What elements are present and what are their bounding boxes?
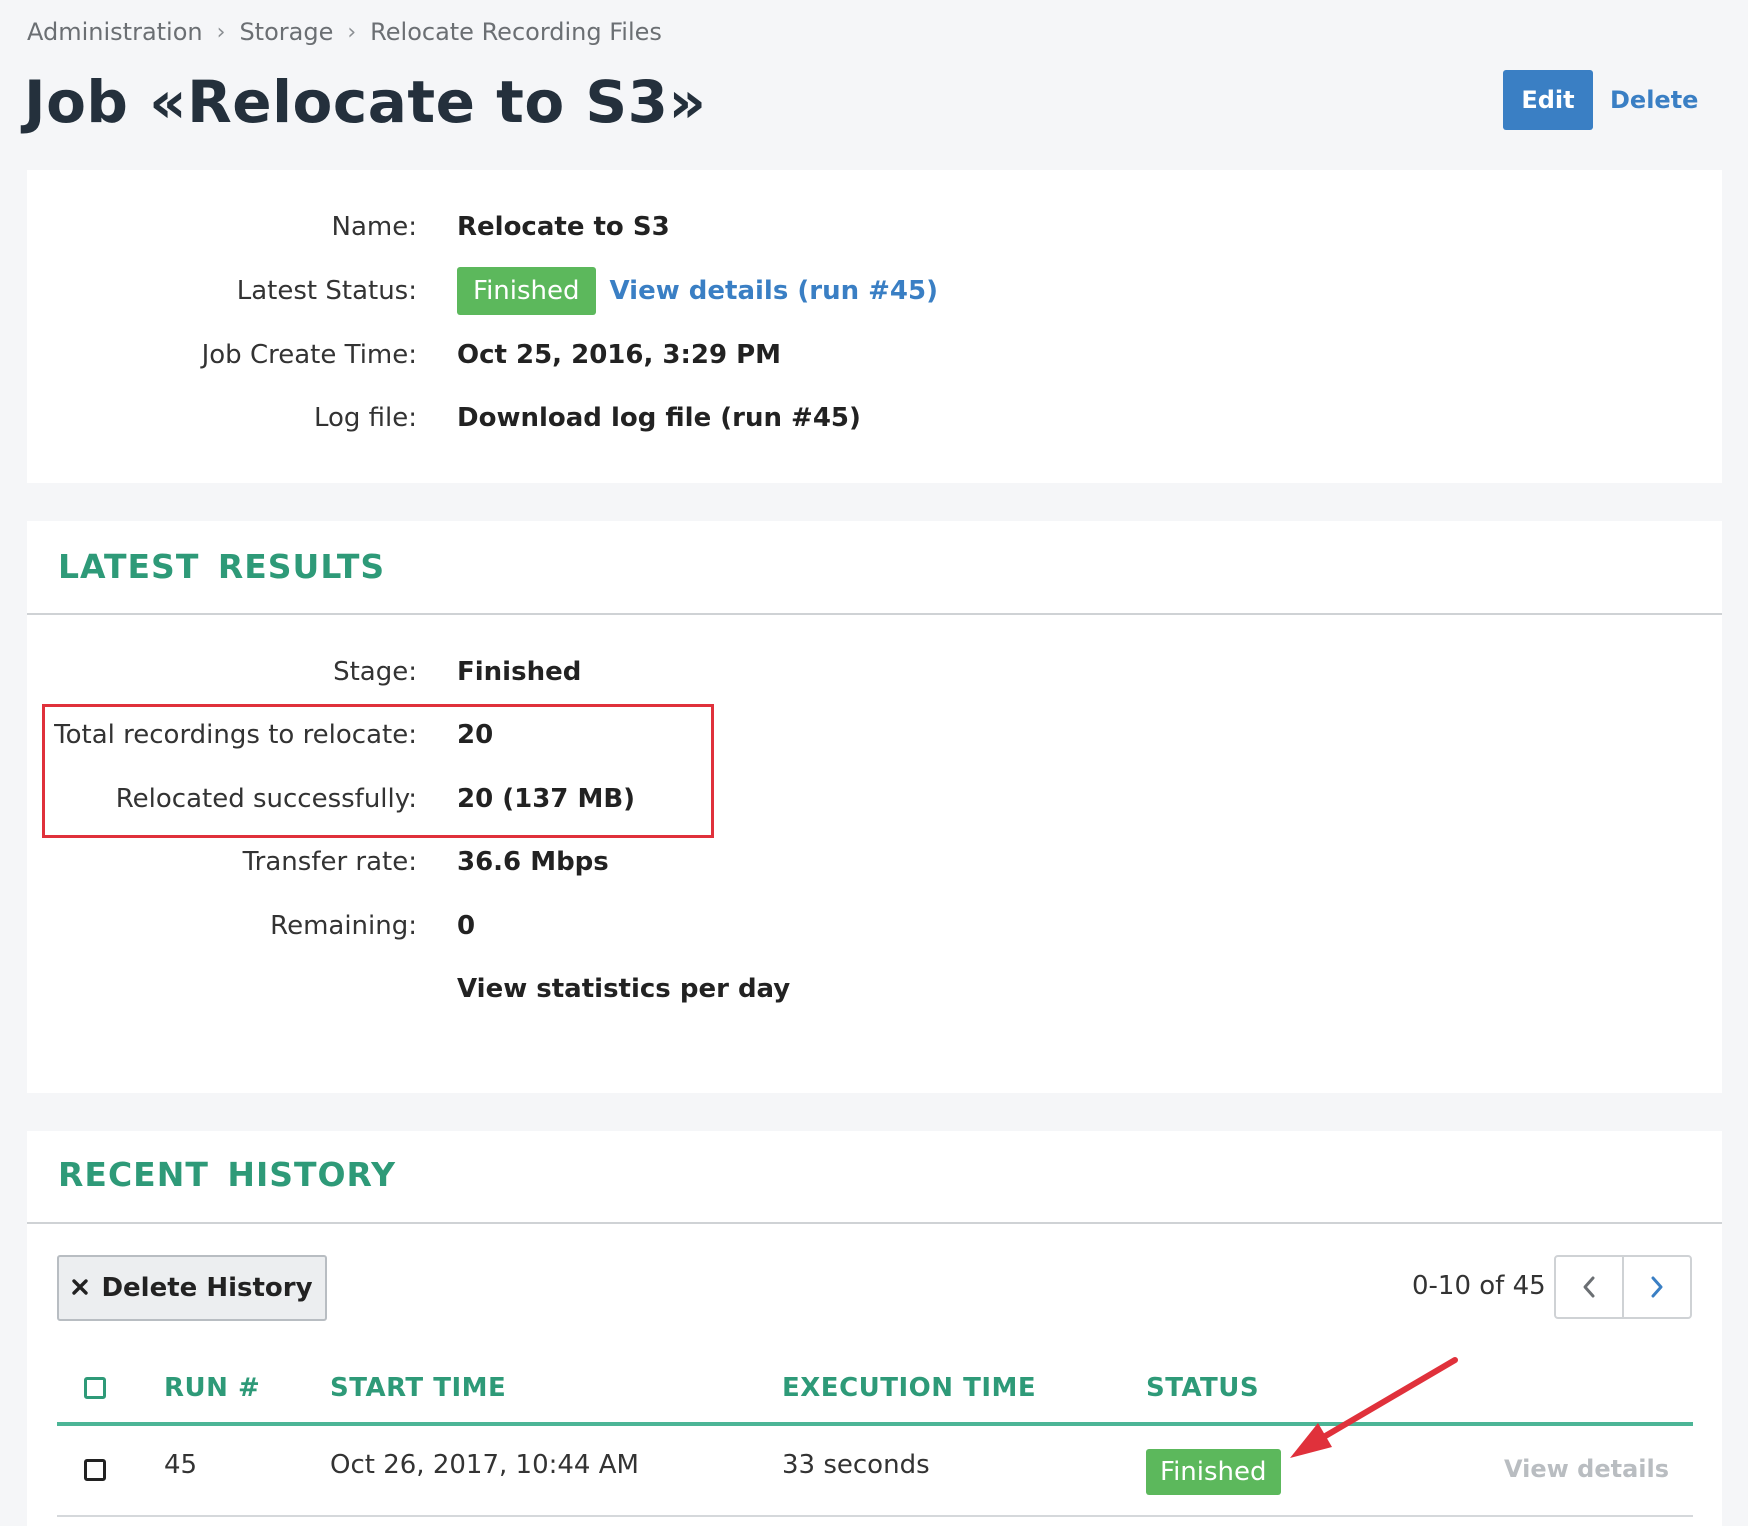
info-row-create-time: Job Create Time: Oct 25, 2016, 3:29 PM <box>27 335 1027 375</box>
latest-results-title: LATEST RESULTS <box>58 547 386 586</box>
recent-history-title: RECENT HISTORY <box>58 1155 397 1194</box>
next-page-button[interactable] <box>1622 1257 1690 1317</box>
status-value: Finished View details (run #45) <box>457 267 938 315</box>
stage-value: Finished <box>457 657 582 687</box>
view-details-link[interactable]: View details (run #45) <box>610 276 938 306</box>
row-divider <box>57 1515 1693 1517</box>
total-label: Total recordings to relocate: <box>54 720 417 750</box>
name-label: Name: <box>331 212 417 242</box>
view-details-link[interactable]: View details <box>1504 1455 1669 1483</box>
recent-history-card: RECENT HISTORY Delete History 0-10 of 45… <box>27 1131 1722 1526</box>
table-header-underline <box>57 1422 1693 1426</box>
run-number-link[interactable]: 45 <box>164 1450 197 1480</box>
info-row-status: Latest Status: Finished View details (ru… <box>27 267 1027 315</box>
create-time-label: Job Create Time: <box>201 340 417 370</box>
status-badge: Finished <box>457 267 596 315</box>
latest-results-card: LATEST RESULTS Stage: Finished Total rec… <box>27 521 1722 1093</box>
chevron-left-icon <box>1583 1276 1595 1298</box>
result-row-remaining: Remaining: 0 <box>27 906 1027 946</box>
select-all-checkbox[interactable] <box>84 1377 106 1399</box>
section-divider <box>27 1222 1722 1224</box>
breadcrumb-administration[interactable]: Administration <box>27 18 203 46</box>
stage-label: Stage: <box>333 657 417 687</box>
prev-page-button[interactable] <box>1556 1257 1622 1317</box>
column-header-start-time[interactable]: START TIME <box>330 1373 506 1403</box>
chevron-right-icon: › <box>347 19 357 45</box>
start-time-cell: Oct 26, 2017, 10:44 AM <box>330 1450 639 1480</box>
status-label: Latest Status: <box>236 276 417 306</box>
page-title: Job «Relocate to S3» <box>24 68 707 136</box>
relocated-value: 20 (137 MB) <box>457 784 636 814</box>
download-log-link[interactable]: Download log file (run #45) <box>457 403 861 433</box>
result-row-stats: View statistics per day <box>27 969 1027 1009</box>
edit-button[interactable]: Edit <box>1503 70 1593 130</box>
rate-value: 36.6 Mbps <box>457 847 609 877</box>
section-divider <box>27 613 1722 615</box>
pagination-text: 0-10 of 45 <box>1412 1271 1546 1301</box>
create-time-value: Oct 25, 2016, 3:29 PM <box>457 340 782 370</box>
result-row-rate: Transfer rate: 36.6 Mbps <box>27 842 1027 882</box>
delete-history-button[interactable]: Delete History <box>57 1255 327 1321</box>
result-row-total: Total recordings to relocate: 20 <box>27 715 1027 755</box>
status-badge: Finished <box>1146 1449 1281 1495</box>
chevron-right-icon: › <box>216 19 226 45</box>
close-icon <box>71 1273 89 1303</box>
breadcrumb-storage[interactable]: Storage <box>239 18 333 46</box>
column-header-run[interactable]: RUN # <box>164 1373 260 1403</box>
breadcrumb: Administration › Storage › Relocate Reco… <box>27 18 662 46</box>
delete-history-label: Delete History <box>101 1273 313 1303</box>
job-info-card: Name: Relocate to S3 Latest Status: Fini… <box>27 170 1722 483</box>
column-header-status[interactable]: STATUS <box>1146 1373 1259 1403</box>
result-row-relocated: Relocated successfully: 20 (137 MB) <box>27 779 1027 819</box>
result-row-stage: Stage: Finished <box>27 652 1027 692</box>
total-value: 20 <box>457 720 494 750</box>
remaining-label: Remaining: <box>270 911 417 941</box>
remaining-value: 0 <box>457 911 476 941</box>
column-header-execution-time[interactable]: EXECUTION TIME <box>782 1373 1036 1403</box>
delete-link[interactable]: Delete <box>1610 70 1698 130</box>
info-row-log-file: Log file: Download log file (run #45) <box>27 398 1027 438</box>
chevron-right-icon <box>1651 1276 1663 1298</box>
relocated-label: Relocated successfully: <box>115 784 417 814</box>
execution-time-cell: 33 seconds <box>782 1450 930 1480</box>
row-checkbox[interactable] <box>84 1459 106 1481</box>
name-value: Relocate to S3 <box>457 212 670 242</box>
info-row-name: Name: Relocate to S3 <box>27 207 1027 247</box>
pagination <box>1554 1255 1692 1319</box>
breadcrumb-current: Relocate Recording Files <box>370 18 662 46</box>
rate-label: Transfer rate: <box>242 847 417 877</box>
view-statistics-link[interactable]: View statistics per day <box>457 974 790 1004</box>
log-file-label: Log file: <box>313 403 417 433</box>
